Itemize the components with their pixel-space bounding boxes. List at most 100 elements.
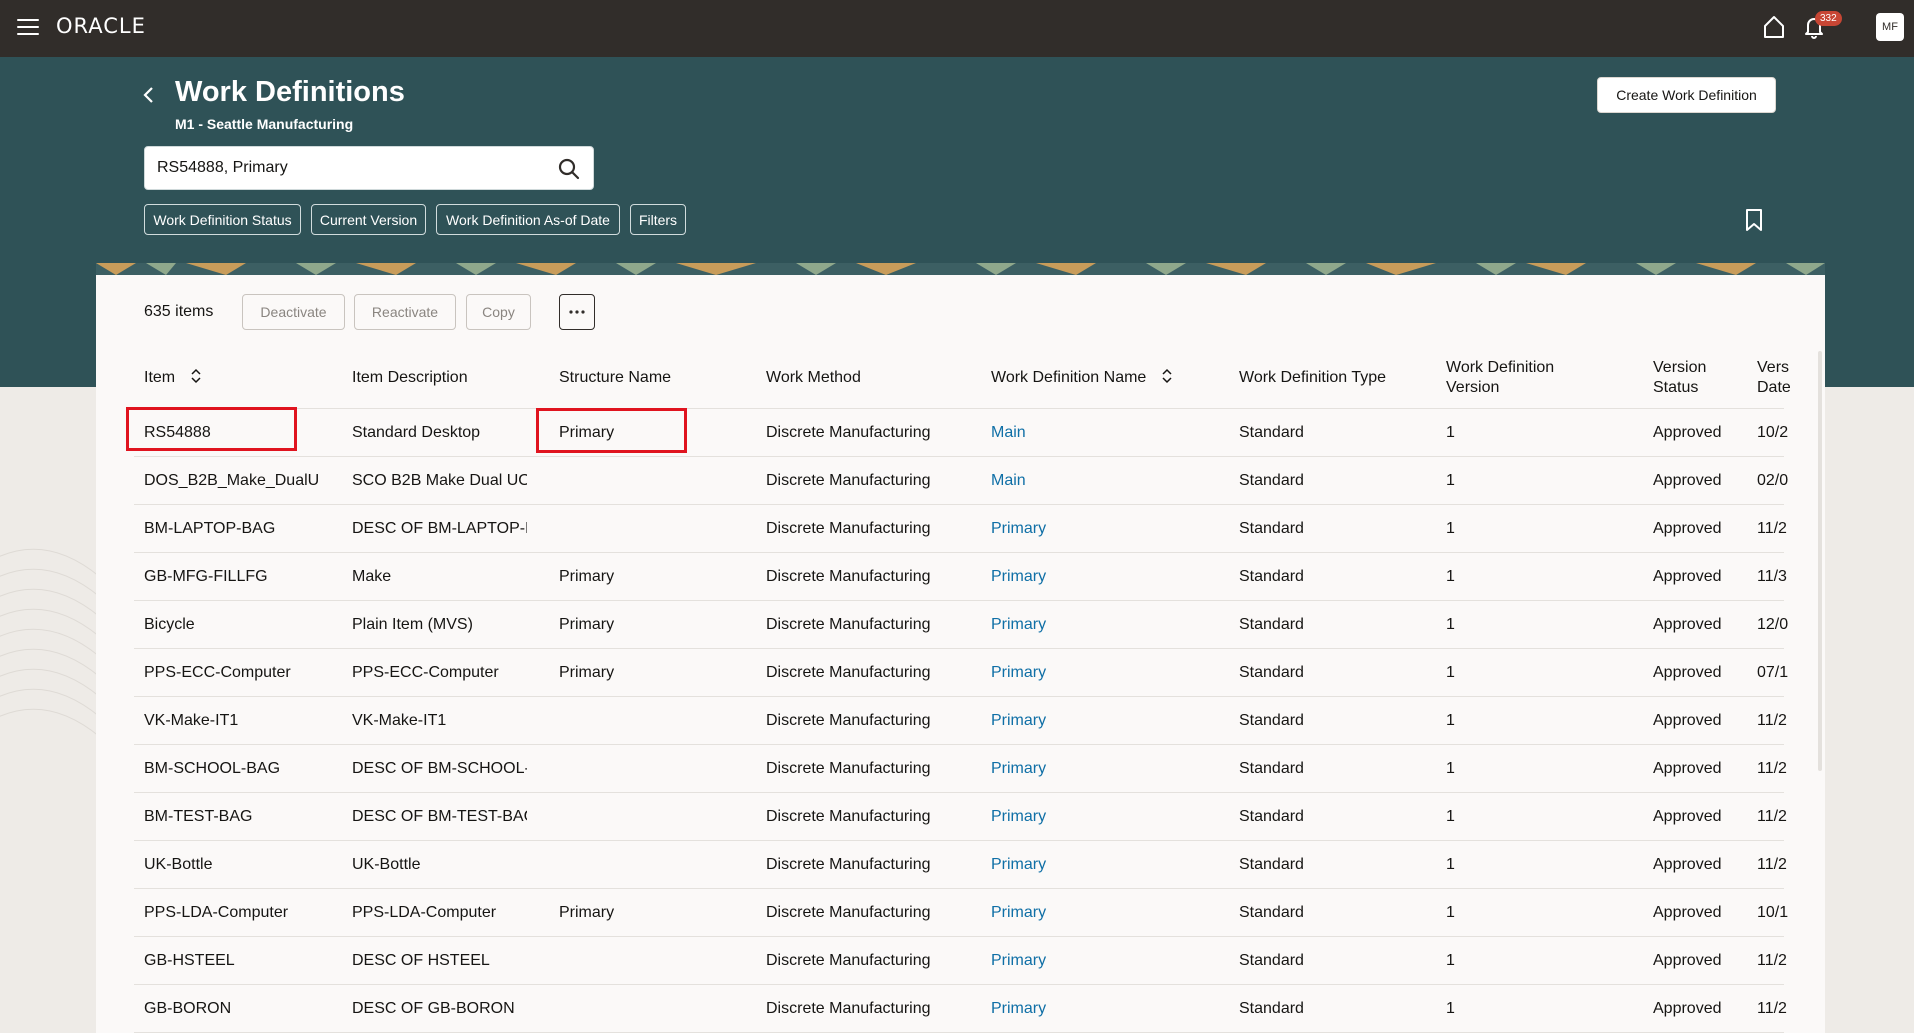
column-header-structure-name[interactable]: Structure Name (559, 368, 671, 388)
table-row[interactable]: GB-BORON DESC OF GB-BORON Discrete Manufac… (134, 985, 1787, 1033)
column-header-label-line: Version (1653, 359, 1707, 376)
cell-work-definition-name[interactable]: Primary (991, 759, 1191, 779)
column-header-work-definition-type[interactable]: Work Definition Type (1239, 368, 1386, 388)
cell-item: BM-SCHOOL-BAG (144, 760, 281, 777)
table-row[interactable]: RS54888 Standard Desktop Primary Discrete M… (134, 409, 1788, 457)
column-header-item[interactable]: Item (144, 368, 202, 388)
column-header-work-definition-name[interactable]: Work Definition Name (991, 368, 1173, 388)
search-field[interactable] (144, 146, 594, 190)
cell-item-description: DESC OF BM-TEST-BAG (352, 808, 527, 825)
search-input[interactable] (157, 147, 547, 189)
results-panel: 635 items Deactivate Reactivate Copy Ite… (96, 263, 1825, 1033)
table-row[interactable]: BM-TEST-BAG DESC OF BM-TEST-BAG Discrete M… (134, 793, 1787, 841)
table-row[interactable]: BM-SCHOOL-BAG DESC OF BM-SCHOOL-I Discrete… (134, 745, 1787, 793)
column-header-version-date[interactable]: Versi Date (1757, 358, 1790, 398)
vertical-scrollbar[interactable] (1818, 351, 1822, 771)
cell-work-method: Discrete Manufacturing (766, 856, 931, 873)
cell-work-definition-type: Standard (1239, 856, 1304, 873)
cell-work-definition-version: 1 (1446, 712, 1455, 729)
create-work-definition-button[interactable]: Create Work Definition (1597, 77, 1776, 113)
filter-current-version[interactable]: Current Version (311, 204, 426, 235)
cell-work-definition-version: 1 (1446, 856, 1455, 873)
deactivate-button[interactable]: Deactivate (242, 294, 345, 330)
global-header: ORACLE 332 MF (0, 0, 1914, 57)
cell-work-method: Discrete Manufacturing (766, 712, 931, 729)
cell-work-definition-name[interactable]: Primary (991, 807, 1191, 827)
table-row[interactable]: BM-LAPTOP-BAG DESC OF BM-LAPTOP-E Discrete… (134, 505, 1787, 553)
user-avatar[interactable]: MF (1876, 13, 1904, 41)
cell-work-definition-name[interactable]: Primary (991, 519, 1191, 539)
column-header-work-method[interactable]: Work Method (766, 368, 861, 388)
table-row[interactable]: VK-Make-IT1 VK-Make-IT1 Discrete Manufactu… (134, 697, 1787, 745)
reactivate-button[interactable]: Reactivate (354, 294, 456, 330)
column-header-label-line: Version (1446, 379, 1500, 396)
cell-structure-name: Primary (559, 568, 615, 585)
cell-version-date: 11/2 (1757, 760, 1787, 777)
home-icon[interactable] (1762, 14, 1786, 40)
filters-button[interactable]: Filters (630, 204, 686, 235)
filter-as-of-date[interactable]: Work Definition As-of Date (436, 204, 620, 235)
cell-work-definition-type: Standard (1239, 520, 1304, 537)
cell-work-definition-version: 1 (1446, 472, 1455, 489)
sort-icon[interactable] (190, 368, 202, 384)
decorative-background (0, 548, 100, 738)
table-row[interactable]: PPS-ECC-Computer PPS-ECC-Computer Primary D… (134, 649, 1788, 697)
column-header-label-line: Work Definition (1446, 359, 1555, 376)
more-actions-button[interactable] (559, 294, 595, 330)
highlight-box-structure (536, 408, 687, 453)
table-row[interactable]: GB-MFG-FILLFG Make Primary Discrete Manufac… (134, 553, 1787, 601)
table-row[interactable]: DOS_B2B_Make_DualU(SCO B2B Make Dual UO D… (134, 457, 1788, 505)
table-row[interactable]: Bicycle Plain Item (MVS) Primary Discrete M… (134, 601, 1788, 649)
column-header-version-status[interactable]: Version Status (1653, 358, 1706, 398)
bookmark-icon[interactable] (1744, 208, 1764, 232)
cell-work-definition-name[interactable]: Primary (991, 663, 1191, 683)
cell-item-description: SCO B2B Make Dual UO (352, 472, 527, 489)
cell-work-definition-version: 1 (1446, 760, 1455, 777)
highlight-box-item (126, 407, 297, 451)
cell-version-date: 11/3 (1757, 568, 1787, 585)
cell-item: BM-LAPTOP-BAG (144, 520, 276, 537)
cell-work-definition-name[interactable]: Primary (991, 951, 1191, 971)
cell-version-status: Approved (1653, 664, 1722, 681)
cell-work-definition-name[interactable]: Main (991, 471, 1191, 491)
copy-button[interactable]: Copy (466, 294, 531, 330)
cell-work-definition-name[interactable]: Main (991, 423, 1191, 443)
cell-version-status: Approved (1653, 952, 1722, 969)
sort-icon[interactable] (1161, 368, 1173, 384)
table-row[interactable]: UK-Bottle UK-Bottle Discrete Manufacturing… (134, 841, 1787, 889)
cell-item-description: DESC OF HSTEEL (352, 952, 490, 969)
cell-work-method: Discrete Manufacturing (766, 568, 931, 585)
cell-item-description: UK-Bottle (352, 856, 421, 873)
cell-version-status: Approved (1653, 856, 1722, 873)
cell-version-status: Approved (1653, 616, 1722, 633)
cell-work-definition-name[interactable]: Primary (991, 999, 1191, 1019)
cell-version-date: 10/1 (1757, 904, 1789, 921)
cell-work-definition-name[interactable]: Primary (991, 903, 1191, 923)
cell-item: GB-BORON (144, 1000, 232, 1017)
cell-item: DOS_B2B_Make_DualU( (144, 472, 319, 489)
cell-version-status: Approved (1653, 568, 1722, 585)
cell-version-date: 11/2 (1757, 856, 1787, 873)
menu-icon[interactable] (17, 19, 39, 36)
cell-work-definition-name[interactable]: Primary (991, 567, 1191, 587)
oracle-logo[interactable]: ORACLE (56, 14, 146, 38)
cell-work-definition-name[interactable]: Primary (991, 615, 1191, 635)
cell-work-definition-name[interactable]: Primary (991, 711, 1191, 731)
cell-item-description: Make (352, 568, 392, 585)
cell-work-definition-type: Standard (1239, 952, 1304, 969)
cell-work-definition-version: 1 (1446, 1000, 1455, 1017)
cell-work-definition-version: 1 (1446, 616, 1455, 633)
column-header-item-description[interactable]: Item Description (352, 368, 468, 388)
filter-work-definition-status[interactable]: Work Definition Status (144, 204, 301, 235)
cell-work-method: Discrete Manufacturing (766, 760, 931, 777)
table-row[interactable]: GB-HSTEEL DESC OF HSTEEL Discrete Manufact… (134, 937, 1787, 985)
cell-work-method: Discrete Manufacturing (766, 520, 931, 537)
back-chevron-icon[interactable] (140, 84, 158, 106)
cell-work-definition-name[interactable]: Primary (991, 855, 1191, 875)
cell-item: Bicycle (144, 616, 195, 633)
cell-version-date: 10/2 (1757, 424, 1789, 441)
cell-item-description: VK-Make-IT1 (352, 712, 447, 729)
search-icon[interactable] (557, 157, 581, 181)
column-header-work-definition-version[interactable]: Work Definition Version (1446, 358, 1554, 398)
table-row[interactable]: PPS-LDA-Computer PPS-LDA-Computer Primary D… (134, 889, 1788, 937)
